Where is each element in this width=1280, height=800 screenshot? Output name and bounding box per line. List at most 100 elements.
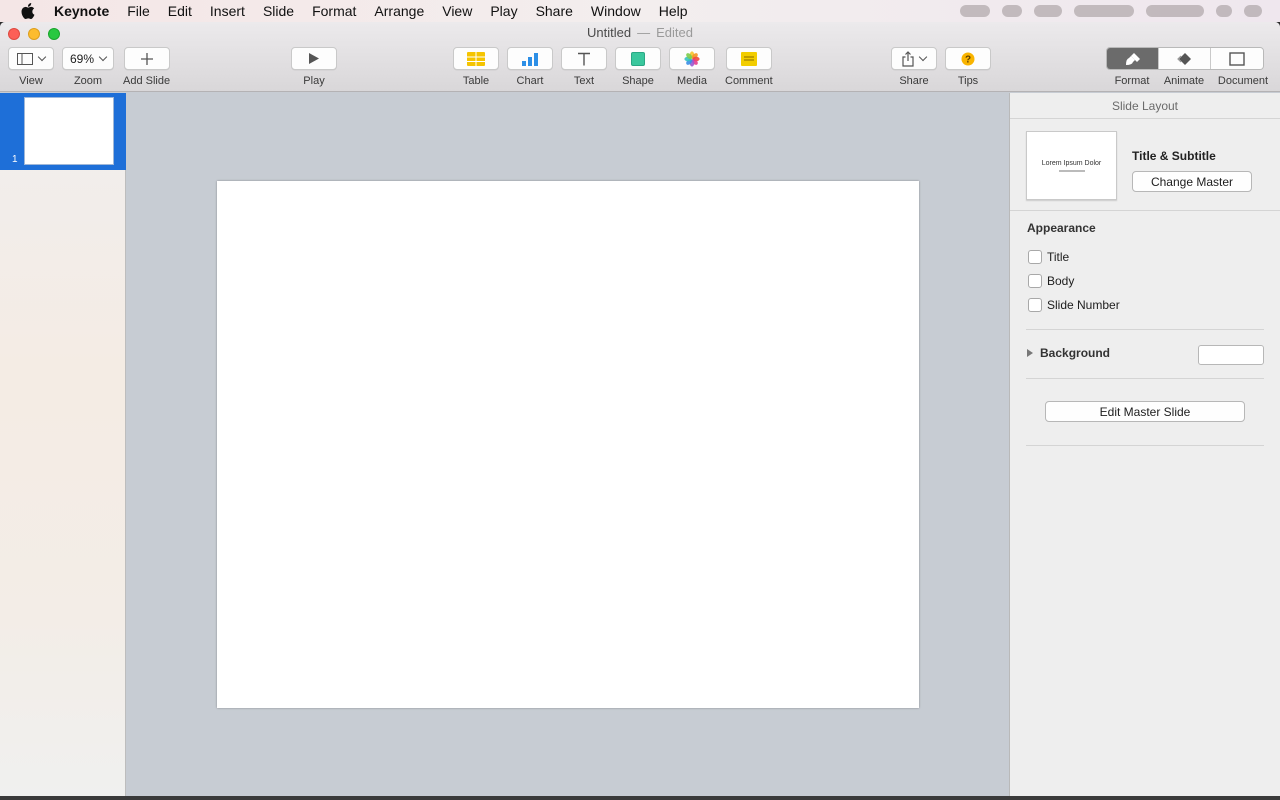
- shape-icon: [631, 51, 645, 66]
- apple-icon[interactable]: [19, 0, 37, 22]
- menu-window[interactable]: Window: [582, 0, 650, 22]
- user-name-blurred[interactable]: [1146, 5, 1204, 17]
- menu-edit[interactable]: Edit: [159, 0, 201, 22]
- comment-label: Comment: [725, 75, 773, 87]
- menu-view[interactable]: View: [433, 0, 481, 22]
- disclosure-triangle-icon[interactable]: [1027, 349, 1033, 357]
- slide-thumbnail[interactable]: [24, 97, 114, 165]
- format-label: Format: [1114, 75, 1150, 87]
- animate-icon: [1176, 52, 1191, 65]
- title-checkbox-row[interactable]: Title: [1028, 250, 1069, 264]
- body-checkbox-row[interactable]: Body: [1028, 274, 1074, 288]
- text-label: Text: [573, 75, 595, 87]
- animate-tab[interactable]: [1159, 48, 1211, 69]
- menu-share[interactable]: Share: [527, 0, 582, 22]
- share-label: Share: [899, 75, 929, 87]
- inspector-segmented-control: [1106, 47, 1264, 70]
- media-button[interactable]: [669, 47, 715, 70]
- inspector-title: Slide Layout: [1010, 93, 1280, 119]
- master-name: Title & Subtitle: [1132, 149, 1216, 163]
- comment-button[interactable]: [725, 47, 772, 70]
- menu-bar: Keynote File Edit Insert Slide Format Ar…: [0, 0, 1280, 22]
- slide-thumbnail-row[interactable]: 1: [0, 93, 126, 170]
- background-disclosure[interactable]: Background: [1027, 346, 1110, 360]
- comment-icon: [740, 51, 757, 66]
- title-separator: —: [637, 25, 651, 40]
- menu-play[interactable]: Play: [481, 0, 526, 22]
- view-button[interactable]: [8, 47, 54, 70]
- format-tab[interactable]: [1107, 48, 1159, 69]
- table-label: Table: [462, 75, 490, 87]
- divider: [1026, 445, 1264, 446]
- paintbrush-icon: [1125, 52, 1140, 65]
- title-checkbox-label: Title: [1047, 250, 1070, 264]
- current-slide[interactable]: [217, 181, 919, 708]
- battery-icon[interactable]: [1034, 5, 1062, 17]
- master-thumbnail-title: Lorem Ipsum Dolor: [1041, 159, 1102, 167]
- tips-control: ? Tips: [945, 47, 991, 87]
- menu-format[interactable]: Format: [303, 0, 365, 22]
- add-slide-button[interactable]: [123, 47, 170, 70]
- master-thumbnail[interactable]: Lorem Ipsum Dolor: [1026, 131, 1117, 200]
- shape-control: Shape: [615, 47, 661, 87]
- change-master-button[interactable]: Change Master: [1132, 171, 1252, 192]
- document-label: Document: [1217, 75, 1269, 87]
- animate-label: Animate: [1163, 75, 1205, 87]
- share-button[interactable]: [891, 47, 937, 70]
- chart-button[interactable]: [507, 47, 553, 70]
- menu-insert[interactable]: Insert: [201, 0, 254, 22]
- document-title: Untitled — Edited: [0, 25, 1280, 40]
- clock-blurred[interactable]: [1074, 5, 1134, 17]
- background-color-well[interactable]: [1198, 345, 1264, 365]
- slide-number-checkbox-row[interactable]: Slide Number: [1028, 298, 1120, 312]
- media-control: Media: [669, 47, 715, 87]
- zoom-control: 69% Zoom: [62, 47, 114, 87]
- comment-control: Comment: [725, 47, 773, 87]
- table-button[interactable]: [453, 47, 499, 70]
- menu-help[interactable]: Help: [650, 0, 697, 22]
- menu-arrange[interactable]: Arrange: [365, 0, 433, 22]
- body-checkbox-label: Body: [1047, 274, 1075, 288]
- master-thumbnail-subtitle-line: [1058, 169, 1085, 172]
- help-icon: ?: [961, 52, 975, 65]
- divider: [1026, 329, 1264, 330]
- inspector-switcher-labels: Format Animate Document: [1106, 75, 1276, 87]
- wifi-icon[interactable]: [1002, 5, 1022, 17]
- play-control: Play: [291, 47, 337, 87]
- menu-file[interactable]: File: [118, 0, 159, 22]
- title-checkbox[interactable]: [1028, 250, 1042, 264]
- divider: [1026, 378, 1264, 379]
- title-bar-toolbar: Untitled — Edited View 69% Zoom Add Slide: [0, 22, 1280, 92]
- media-icon: [684, 50, 700, 67]
- tips-button[interactable]: ?: [945, 47, 991, 70]
- plus-icon: [140, 52, 153, 65]
- play-button[interactable]: [291, 47, 337, 70]
- menu-app-keynote[interactable]: Keynote: [54, 0, 118, 22]
- slide-number-checkbox[interactable]: [1028, 298, 1042, 312]
- status-icons-blurred[interactable]: [960, 5, 990, 17]
- zoom-value: 69%: [69, 51, 95, 66]
- notification-center-icon[interactable]: [1244, 5, 1262, 17]
- menu-bar-status-area: [960, 0, 1262, 22]
- format-inspector: Slide Layout Lorem Ipsum Dolor Title & S…: [1009, 93, 1280, 796]
- spotlight-icon[interactable]: [1216, 5, 1232, 17]
- zoom-popup[interactable]: 69%: [62, 47, 114, 70]
- document-status: Edited: [656, 25, 693, 40]
- add-slide-label: Add Slide: [123, 75, 171, 87]
- chevron-down-icon: [98, 52, 108, 62]
- shape-button[interactable]: [615, 47, 661, 70]
- chart-label: Chart: [516, 75, 544, 87]
- share-icon: [902, 50, 914, 67]
- tips-label: Tips: [957, 75, 979, 87]
- keynote-window: Untitled — Edited View 69% Zoom Add Slide: [0, 22, 1280, 796]
- shape-label: Shape: [622, 75, 654, 87]
- edit-master-slide-button[interactable]: Edit Master Slide: [1045, 401, 1245, 422]
- svg-text:?: ?: [965, 54, 971, 65]
- body-checkbox[interactable]: [1028, 274, 1042, 288]
- slide-number: 1: [12, 154, 18, 165]
- menu-slide[interactable]: Slide: [254, 0, 303, 22]
- inspector-switcher: Format Animate Document: [1106, 47, 1276, 87]
- document-tab[interactable]: [1211, 48, 1263, 69]
- text-button[interactable]: [561, 47, 607, 70]
- desktop-strip: [0, 796, 1280, 800]
